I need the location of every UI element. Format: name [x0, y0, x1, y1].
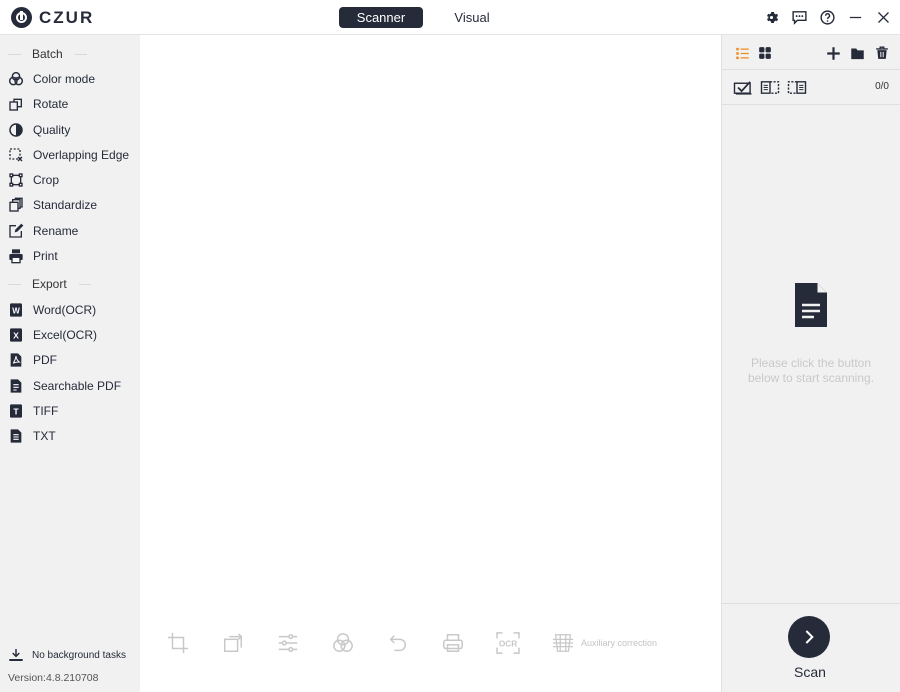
overlapping-edge-icon	[8, 147, 24, 163]
rotate-icon	[8, 96, 24, 112]
background-tasks: No background tasks	[8, 647, 126, 663]
color-tool-icon[interactable]	[331, 631, 355, 655]
empty-message: Please click the button below to start s…	[747, 356, 875, 385]
export-heading-label: Export	[32, 277, 67, 291]
sidebar-item-label: Word(OCR)	[33, 303, 97, 317]
quality-icon	[8, 122, 24, 138]
czur-logo-icon	[11, 7, 32, 28]
sidebar-item-word[interactable]: W Word(OCR)	[8, 300, 138, 320]
sidebar-item-print[interactable]: Print	[8, 246, 138, 266]
mode-tabs: Scanner Visual	[339, 7, 521, 28]
folder-icon[interactable]	[848, 44, 866, 62]
scan-area: Scan	[722, 603, 900, 692]
sidebar-item-crop[interactable]: Crop	[8, 170, 138, 190]
sidebar-item-color-mode[interactable]: Color mode	[8, 69, 138, 89]
app-brand: CZUR	[39, 7, 95, 27]
color-mode-icon	[8, 71, 24, 87]
preview-canvas: OCR Auxiliary correction	[140, 35, 721, 692]
export-heading: Export	[0, 276, 140, 292]
app-logo: CZUR	[11, 7, 94, 28]
page-count: 0/0	[875, 81, 889, 92]
delete-icon[interactable]	[873, 44, 891, 62]
window-controls	[762, 8, 892, 26]
auxiliary-correction-icon[interactable]	[551, 631, 575, 655]
auxiliary-correction-label[interactable]: Auxiliary correction	[581, 638, 657, 648]
print-tool-icon[interactable]	[441, 631, 465, 655]
tiff-icon: T	[8, 403, 24, 419]
title-bar: CZUR Scanner Visual	[0, 0, 900, 35]
sidebar-item-rename[interactable]: Rename	[8, 221, 138, 241]
sidebar-item-standardize[interactable]: Standardize	[8, 195, 138, 215]
list-view-icon[interactable]	[733, 44, 751, 62]
svg-text:T: T	[13, 406, 19, 416]
rename-icon	[8, 223, 24, 239]
excel-icon: X	[8, 327, 24, 343]
scan-label[interactable]: Scan	[722, 664, 898, 680]
print-icon	[8, 248, 24, 264]
sidebar-item-label: Print	[33, 249, 58, 263]
ocr-tool-text: OCR	[499, 640, 517, 649]
crop-icon	[8, 172, 24, 188]
chevron-right-icon	[805, 630, 814, 644]
sidebar-item-label: PDF	[33, 353, 57, 367]
adjust-tool-icon[interactable]	[276, 631, 300, 655]
add-icon[interactable]	[824, 44, 842, 62]
minimize-icon[interactable]	[846, 8, 864, 26]
selection-toolbar: 0/0	[722, 70, 900, 105]
page-list-panel: 0/0 Please click the button below to sta…	[721, 35, 900, 692]
grid-view-icon[interactable]	[756, 44, 774, 62]
pdf-icon	[8, 352, 24, 368]
txt-icon	[8, 428, 24, 444]
feedback-icon[interactable]	[790, 8, 808, 26]
select-right-pages-icon[interactable]	[787, 78, 807, 96]
tab-scanner[interactable]: Scanner	[339, 7, 423, 28]
sidebar-item-label: Excel(OCR)	[33, 328, 98, 342]
panel-toolbar	[722, 35, 900, 70]
sidebar-item-label: Quality	[33, 123, 71, 137]
sidebar-item-label: Color mode	[33, 72, 96, 86]
svg-text:W: W	[12, 306, 20, 315]
sidebar-item-tiff[interactable]: T TIFF	[8, 401, 138, 421]
background-tasks-label: No background tasks	[32, 649, 126, 661]
sidebar: Batch Color mode Rotate Quality Overlapp…	[0, 35, 140, 692]
svg-text:X: X	[13, 330, 19, 340]
scan-button[interactable]	[788, 616, 830, 658]
sidebar-item-quality[interactable]: Quality	[8, 120, 138, 140]
sidebar-item-label: Standardize	[33, 198, 98, 212]
help-icon[interactable]	[818, 8, 836, 26]
rotate-tool-icon[interactable]	[221, 631, 245, 655]
version-label: Version:4.8.210708	[8, 672, 99, 684]
standardize-icon	[8, 197, 24, 213]
crop-tool-icon[interactable]	[166, 631, 190, 655]
sidebar-item-label: Rotate	[33, 97, 69, 111]
close-icon[interactable]	[874, 8, 892, 26]
batch-heading: Batch	[0, 46, 140, 62]
select-left-pages-icon[interactable]	[760, 78, 780, 96]
sidebar-item-label: Crop	[33, 173, 60, 187]
sidebar-item-excel[interactable]: X Excel(OCR)	[8, 325, 138, 345]
settings-icon[interactable]	[762, 8, 780, 26]
word-icon: W	[8, 302, 24, 318]
sidebar-item-label: Searchable PDF	[33, 379, 122, 393]
sidebar-item-label: TXT	[33, 429, 56, 443]
sidebar-item-overlapping-edge[interactable]: Overlapping Edge	[8, 145, 138, 165]
ocr-tool-icon[interactable]: OCR	[496, 631, 520, 655]
tab-visual[interactable]: Visual	[423, 7, 521, 28]
sidebar-item-rotate[interactable]: Rotate	[8, 94, 138, 114]
empty-document-icon	[793, 281, 829, 334]
image-toolbar: OCR Auxiliary correction	[166, 631, 657, 655]
sidebar-item-txt[interactable]: TXT	[8, 426, 138, 446]
sidebar-item-label: Overlapping Edge	[33, 148, 130, 162]
sidebar-item-pdf[interactable]: PDF	[8, 350, 138, 370]
sidebar-item-label: Rename	[33, 224, 79, 238]
sidebar-item-label: TIFF	[33, 404, 59, 418]
download-icon	[8, 647, 24, 663]
sidebar-item-searchable-pdf[interactable]: Searchable PDF	[8, 376, 138, 396]
select-all-icon[interactable]	[733, 78, 753, 96]
batch-heading-label: Batch	[32, 47, 63, 61]
searchable-pdf-icon	[8, 378, 24, 394]
undo-tool-icon[interactable]	[386, 631, 410, 655]
